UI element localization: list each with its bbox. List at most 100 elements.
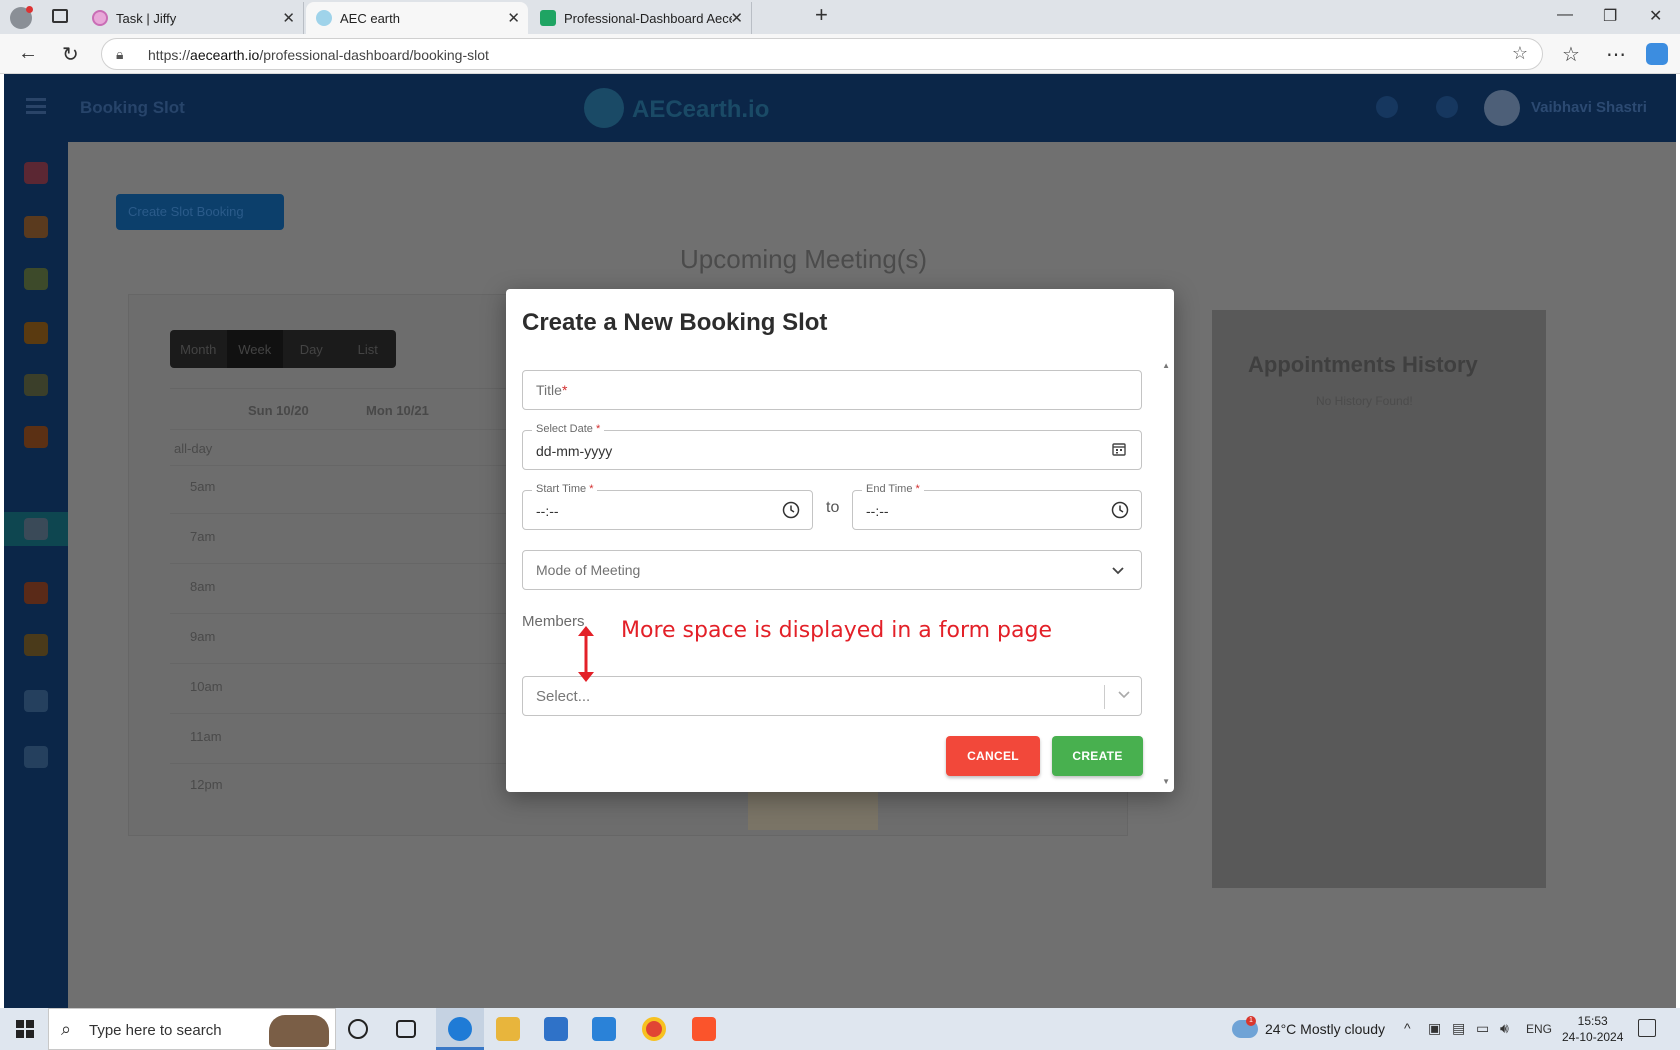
cancel-button[interactable]: CANCEL [946,736,1040,776]
display-icon[interactable]: ▤ [1452,1020,1465,1037]
menu-icon[interactable] [26,98,46,114]
profile-icon[interactable] [24,216,48,238]
bell-icon[interactable] [1436,96,1458,118]
logo: AECearth.io [632,96,770,123]
store-icon[interactable] [544,1017,568,1041]
select-separator [1104,685,1105,709]
user-name: Vaibhavi Shastri [1531,99,1647,116]
weather-text[interactable]: 24°C Mostly cloudy [1265,1021,1385,1037]
time-label: 9am [190,629,216,644]
mode-placeholder: Mode of Meeting [536,562,641,578]
dialog-title: Create a New Booking Slot [522,309,828,336]
scroll-down-arrow-icon[interactable]: ▼ [1162,777,1170,786]
date-value: dd-mm-yyyy [536,443,613,459]
network-icon[interactable]: ▭ [1476,1020,1489,1037]
orders-icon[interactable] [24,582,48,604]
all-day-label: all-day [174,441,213,456]
projects-icon[interactable] [24,268,48,290]
home-icon[interactable] [24,162,48,184]
close-tab-icon[interactable]: ✕ [282,9,295,27]
title-placeholder: Title* [536,382,568,398]
camera-icon[interactable]: ▣ [1428,1020,1441,1037]
search-placeholder: Type here to search [89,1022,222,1039]
avatar[interactable] [1484,90,1520,126]
members-select[interactable]: Select... [522,676,1142,716]
notification-icon[interactable] [1638,1019,1656,1037]
favorites-icon[interactable]: ☆ [1562,42,1580,67]
cart-icon[interactable] [1376,96,1398,118]
double-arrow-annotation-icon [578,626,594,682]
tab-aec-earth[interactable]: AEC earth ✕ [306,2,528,34]
cortana-icon[interactable] [348,1019,368,1039]
create-button[interactable]: CREATE [1052,736,1143,776]
clock-date: 24-10-2024 [1562,1030,1624,1044]
close-window-icon[interactable]: ✕ [1649,6,1662,26]
mail-icon[interactable] [592,1017,616,1041]
new-tab-icon[interactable]: + [815,2,828,28]
copilot-icon[interactable] [1646,43,1668,65]
url-field[interactable]: 🔒︎ https://aecearth.io/professional-dash… [101,38,1543,70]
day-header: Sun 10/20 [248,403,309,418]
close-tab-icon[interactable]: ✕ [730,9,743,27]
settings-icon[interactable] [24,746,48,768]
scroll-up-arrow-icon[interactable]: ▲ [1162,361,1170,370]
sheets-favicon-icon [540,10,556,26]
history-title: Appointments History [1248,352,1478,377]
time-label: 7am [190,529,216,544]
chevron-up-icon[interactable]: ^ [1404,1020,1411,1036]
reload-icon[interactable]: ↻ [62,42,79,67]
documents-icon[interactable] [24,690,48,712]
sidebar [4,142,68,1008]
portfolio-icon[interactable] [24,426,48,448]
start-time-field[interactable]: Start Time * --:-- [522,483,813,530]
upcoming-title: Upcoming Meeting(s) [680,244,928,274]
tab-task-jiffy[interactable]: Task | Jiffy ✕ [82,2,304,34]
history-empty-text: No History Found! [1316,394,1413,408]
tab-list[interactable]: List [340,330,397,368]
chrome-icon[interactable] [642,1017,666,1041]
title-field[interactable]: Title* [522,370,1142,410]
language-indicator[interactable]: ENG [1526,1022,1552,1036]
calendar-icon[interactable] [24,518,48,540]
members-placeholder: Select... [536,688,591,705]
lock-icon: 🔒︎ [116,46,124,62]
windows-start-icon[interactable] [16,1020,34,1038]
calendar-icon[interactable] [1111,441,1129,459]
task-view-icon[interactable] [396,1020,416,1038]
close-tab-icon[interactable]: ✕ [507,9,520,27]
create-slot-booking-button[interactable]: Create Slot Booking [116,194,284,230]
start-time-value: --:-- [536,503,559,519]
tools-icon[interactable] [24,374,48,396]
time-label: 5am [190,479,216,494]
restore-icon[interactable]: ❐ [1603,6,1617,26]
select-date-field[interactable]: Select Date * dd-mm-yyyy [522,423,1142,470]
tab-actions-icon[interactable] [52,9,68,23]
end-time-field[interactable]: End Time * --:-- [852,483,1142,530]
clock-icon[interactable] [782,501,800,519]
minimize-icon[interactable]: — [1557,6,1573,24]
favorite-star-icon[interactable]: ☆ [1512,43,1528,64]
app-header: Booking Slot AECearth.io Vaibhavi Shastr… [4,74,1676,142]
jobs-icon[interactable] [24,322,48,344]
time-label: 12pm [190,777,223,792]
clock[interactable]: 15:53 24-10-2024 [1562,1013,1623,1045]
time-label: 8am [190,579,216,594]
tab-day[interactable]: Day [283,330,340,368]
tab-professional-dashboard[interactable]: Professional-Dashboard Aecearth ✕ [530,2,752,34]
search-icon: ⌕ [61,1019,72,1039]
mode-of-meeting-select[interactable]: Mode of Meeting [522,550,1142,590]
tab-month[interactable]: Month [170,330,227,368]
chevron-down-icon[interactable] [1117,687,1131,704]
reviews-icon[interactable] [24,634,48,656]
back-icon[interactable]: ← [18,42,38,65]
volume-icon[interactable]: 🔊︎ [1500,1020,1509,1037]
tab-week[interactable]: Week [226,330,283,368]
more-menu-icon[interactable]: ⋯ [1606,42,1626,67]
clock-icon[interactable] [1111,501,1129,519]
brave-icon[interactable] [692,1017,716,1041]
edge-icon[interactable] [448,1017,472,1041]
taskbar-search[interactable]: ⌕ Type here to search [48,1008,336,1050]
appointments-history-panel: Appointments History No History Found! [1212,310,1546,888]
file-explorer-icon[interactable] [496,1017,520,1041]
taskbar: ⌕ Type here to search 1 24°C Mostly clou… [0,1008,1680,1050]
